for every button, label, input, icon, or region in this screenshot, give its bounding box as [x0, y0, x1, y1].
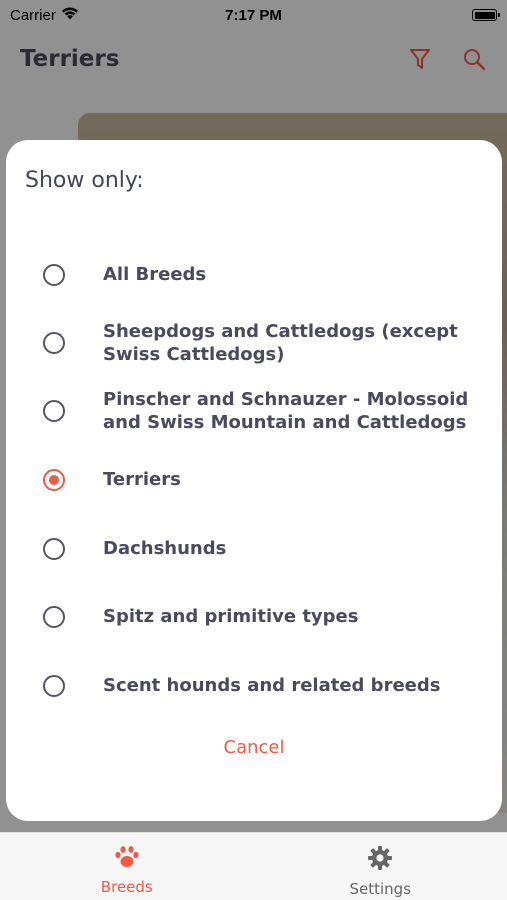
filter-option-sheepdogs[interactable]: Sheepdogs and Cattledogs (except Swiss C…: [6, 320, 502, 366]
filter-option-pinscher[interactable]: Pinscher and Schnauzer - Molossoid and S…: [6, 388, 502, 434]
tab-label: Settings: [349, 880, 412, 898]
filter-option-dachshunds[interactable]: Dachshunds: [6, 537, 502, 561]
option-label: Terriers: [103, 469, 181, 490]
radio-button[interactable]: [43, 606, 65, 628]
cancel-button[interactable]: Cancel: [6, 737, 502, 758]
option-label: Spitz and primitive types: [103, 606, 359, 627]
filter-dialog: Show only: All Breeds Sheepdogs and Catt…: [6, 140, 502, 821]
tab-settings[interactable]: Settings: [254, 833, 507, 900]
gear-icon: [367, 845, 393, 875]
radio-button-selected[interactable]: [43, 469, 65, 491]
radio-button[interactable]: [43, 332, 65, 354]
radio-button[interactable]: [43, 675, 65, 697]
option-label: Pinscher and Schnauzer - Molossoid and S…: [103, 389, 469, 433]
paw-icon: [114, 845, 140, 873]
option-label: Sheepdogs and Cattledogs (except Swiss C…: [103, 321, 458, 365]
radio-button[interactable]: [43, 264, 65, 286]
option-label: Dachshunds: [103, 538, 227, 559]
tab-label: Breeds: [100, 878, 153, 896]
tab-bar: Breeds Settings: [0, 832, 507, 900]
filter-option-scent-hounds[interactable]: Scent hounds and related breeds: [6, 674, 502, 698]
radio-button[interactable]: [43, 400, 65, 422]
filter-option-all-breeds[interactable]: All Breeds: [6, 263, 502, 287]
filter-option-spitz[interactable]: Spitz and primitive types: [6, 605, 502, 629]
filter-option-terriers[interactable]: Terriers: [6, 468, 502, 492]
tab-breeds[interactable]: Breeds: [0, 833, 254, 900]
dialog-title: Show only:: [25, 168, 144, 193]
option-label: Scent hounds and related breeds: [103, 675, 441, 696]
radio-button[interactable]: [43, 538, 65, 560]
option-label: All Breeds: [103, 264, 207, 285]
